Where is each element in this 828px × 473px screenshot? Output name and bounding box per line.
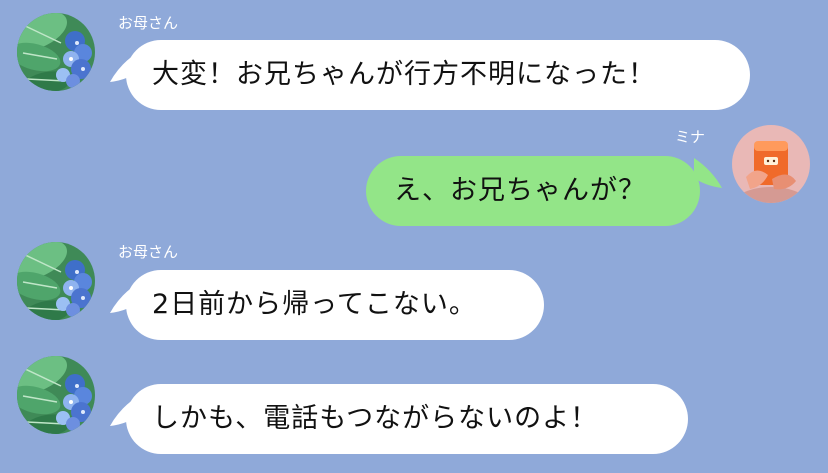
avatar[interactable]: [17, 356, 95, 434]
message-bubble[interactable]: 2日前から帰ってこない。: [126, 270, 544, 340]
message-text: 2日前から帰ってこない。: [152, 289, 477, 320]
avatar[interactable]: [17, 242, 95, 320]
message-text: 大変！お兄ちゃんが行方不明になった！: [152, 59, 656, 90]
hydrangea-leaf-avatar-icon: [17, 356, 95, 434]
message-bubble[interactable]: しかも、電話もつながらないのよ！: [126, 384, 688, 454]
sender-name: お母さん: [118, 14, 179, 32]
avatar[interactable]: [17, 13, 95, 91]
message-text: しかも、電話もつながらないのよ！: [152, 403, 599, 434]
sender-name: ミナ: [675, 128, 706, 146]
avatar[interactable]: [732, 125, 810, 203]
message-bubble[interactable]: 大変！お兄ちゃんが行方不明になった！: [126, 40, 750, 110]
chat-screen[interactable]: お母さん 大変！お兄ちゃんが行方不明になった！ ミナ え、お兄ちゃんが？ お母さ…: [0, 0, 828, 473]
bubble-tail: [694, 158, 722, 188]
message-bubble[interactable]: え、お兄ちゃんが？: [366, 156, 700, 226]
orange-drink-avatar-icon: [732, 125, 810, 203]
sender-name: お母さん: [118, 243, 179, 261]
hydrangea-leaf-avatar-icon: [17, 13, 95, 91]
hydrangea-leaf-avatar-icon: [17, 242, 95, 320]
message-text: え、お兄ちゃんが？: [394, 175, 646, 206]
